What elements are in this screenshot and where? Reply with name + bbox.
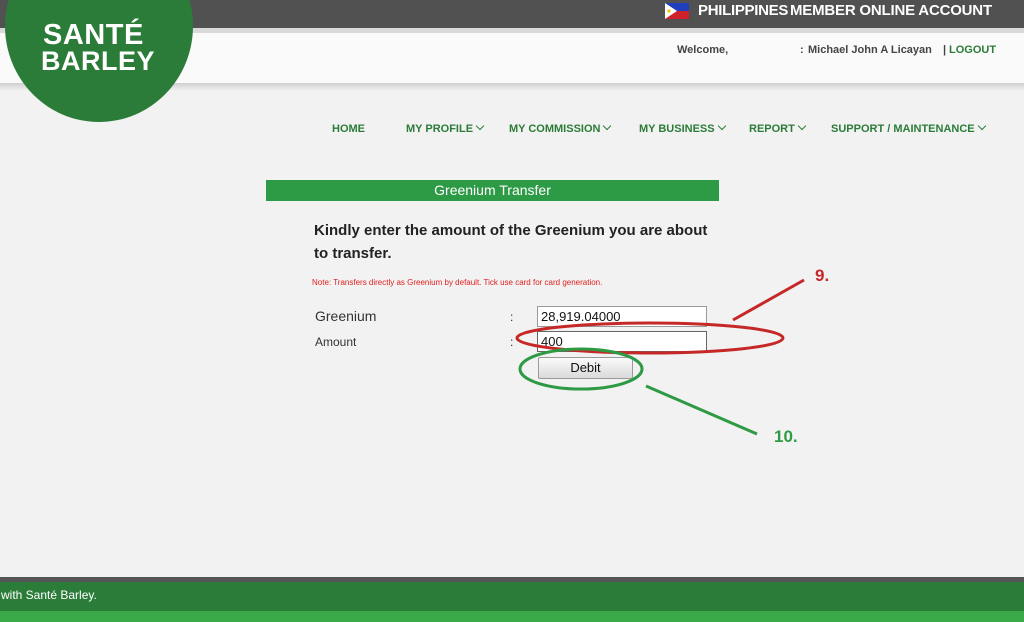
- greenium-transfer-title: Greenium Transfer: [266, 180, 719, 201]
- step-9-label: 9.: [815, 266, 830, 285]
- amount-label: Amount: [315, 335, 357, 349]
- username: Michael John A Licayan: [808, 44, 932, 56]
- nav-my-commission-label: MY COMMISSION: [509, 123, 601, 135]
- welcome-text: Welcome,: [677, 44, 729, 56]
- transfer-note: Note: Transfers directly as Greenium by …: [312, 278, 603, 287]
- chevron-down-icon: [603, 121, 612, 131]
- nav-my-profile[interactable]: MY PROFILE: [406, 121, 485, 135]
- chevron-down-icon: [977, 121, 986, 131]
- chevron-down-icon: [717, 121, 726, 131]
- chevron-down-icon: [797, 121, 807, 131]
- instruction-text: Kindly enter the amount of the Greenium …: [314, 222, 708, 262]
- red-pointer-line: [732, 278, 805, 322]
- footer-top-border: [0, 577, 1024, 582]
- sante-barley-logo[interactable]: SANTÉ BARLEY: [5, 0, 193, 122]
- amount-input[interactable]: [537, 331, 707, 352]
- step-10-label: 10.: [774, 427, 798, 446]
- nav-report-label: REPORT: [749, 123, 795, 135]
- nav-home[interactable]: HOME: [332, 123, 365, 135]
- nav-my-profile-label: MY PROFILE: [406, 123, 474, 135]
- greenium-label: Greenium: [315, 308, 377, 324]
- greenium-balance-field[interactable]: [537, 306, 707, 327]
- nav-home-label: HOME: [332, 123, 365, 135]
- user-colon: :: [800, 44, 804, 56]
- footer-text: with Santé Barley.: [1, 588, 97, 602]
- greenium-colon: :: [510, 310, 514, 324]
- country-label: PHILIPPINES: [698, 2, 789, 19]
- chevron-down-icon: [475, 121, 485, 131]
- amount-colon: :: [510, 335, 514, 349]
- nav-my-business-label: MY BUSINESS: [639, 123, 715, 135]
- green-pointer-line: [645, 384, 758, 436]
- header-separator: |: [943, 44, 947, 56]
- account-label: MEMBER ONLINE ACCOUNT: [790, 2, 992, 19]
- nav-my-commission[interactable]: MY COMMISSION: [509, 121, 612, 135]
- philippines-flag-icon: [665, 3, 689, 19]
- nav-my-business[interactable]: MY BUSINESS: [639, 121, 726, 135]
- nav-support-maintenance-label: SUPPORT / MAINTENANCE: [831, 123, 975, 135]
- nav-support-maintenance[interactable]: SUPPORT / MAINTENANCE: [831, 121, 986, 135]
- debit-button[interactable]: Debit: [538, 357, 633, 379]
- footer-bottom-strip: [0, 611, 1024, 622]
- logo-text-line2: BARLEY: [41, 46, 156, 76]
- logout-link[interactable]: LOGOUT: [949, 44, 996, 56]
- nav-report[interactable]: REPORT: [749, 121, 807, 135]
